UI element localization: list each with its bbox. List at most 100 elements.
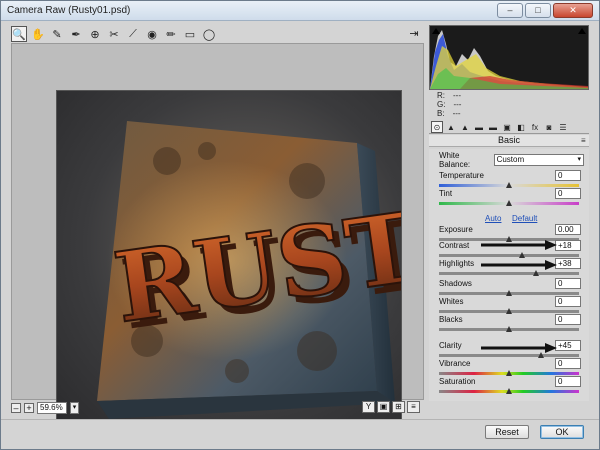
view-mode-buttons: Y ▣ ⊞ ≡ <box>362 401 420 413</box>
exposure-label: Exposure <box>439 225 473 234</box>
reset-button[interactable]: Reset <box>485 425 529 439</box>
status-bar: – + 59.6% ▾ Y ▣ ⊞ ≡ <box>11 401 424 415</box>
annotation-arrow-clarity <box>481 343 557 353</box>
tint-value-field[interactable]: 0 <box>555 188 581 199</box>
crop-tool-icon[interactable]: ✂ <box>106 26 122 42</box>
white-balance-select[interactable]: Custom ▾ <box>493 154 584 166</box>
panel-tab-8-icon[interactable]: ◙ <box>543 121 555 133</box>
vibrance-value-field[interactable]: 0 <box>555 358 581 369</box>
white-balance-value: Custom <box>496 155 525 164</box>
straighten-tool-icon[interactable]: ⟋ <box>125 26 141 42</box>
view-mode-button-2[interactable]: ⊞ <box>392 401 405 413</box>
shadows-label: Shadows <box>439 279 472 288</box>
whites-value-field[interactable]: 0 <box>555 296 581 307</box>
chevron-down-icon: ▾ <box>577 156 581 163</box>
zoom-out-button[interactable]: – <box>11 403 21 413</box>
rgb-readout-row: R: --- <box>437 91 589 100</box>
histogram-graph <box>430 30 588 89</box>
whites-thumb[interactable] <box>506 308 512 314</box>
saturation-thumb[interactable] <box>506 388 512 394</box>
tint-slider: Tint 0 <box>437 188 581 209</box>
annotation-arrow-contrast <box>481 240 557 250</box>
panel-tab-0-icon[interactable]: ⊙ <box>431 120 443 133</box>
channel-label: B: <box>437 109 445 118</box>
clarity-track[interactable] <box>439 354 579 357</box>
saturation-slider: Saturation 0 <box>437 376 581 397</box>
window-title: Camera Raw (Rusty01.psd) <box>7 5 131 16</box>
view-mode-button-1[interactable]: ▣ <box>377 401 390 413</box>
exposure-value-field[interactable]: 0.00 <box>555 224 581 235</box>
dialog-footer: Reset OK <box>1 419 599 449</box>
panel-menu-icon[interactable]: ≡ <box>581 136 586 145</box>
zoom-dropdown-button[interactable]: ▾ <box>70 402 79 414</box>
panel-tab-9-icon[interactable]: ☰ <box>557 121 569 133</box>
channel-value: --- <box>453 91 461 100</box>
panel-heading: Basic <box>429 135 589 147</box>
panel-tab-1-icon[interactable]: ▲ <box>445 121 457 133</box>
tint-label: Tint <box>439 189 453 198</box>
shadows-thumb[interactable] <box>506 290 512 296</box>
highlights-track[interactable] <box>439 272 579 275</box>
panel-tabs: ⊙ ▲ ▲ ▬ ▬ ▣ ◧ fx ◙ ☰ <box>429 120 589 134</box>
panel-tab-7-icon[interactable]: fx <box>529 121 541 133</box>
channel-value: --- <box>452 109 461 118</box>
rgb-readout-row: G: --- <box>437 100 589 109</box>
shadow-clipping-warning-icon[interactable] <box>432 28 440 34</box>
image-preview[interactable]: RUST RUST <box>56 90 402 435</box>
color-sampler-tool-icon[interactable]: ✒ <box>68 26 84 42</box>
temperature-thumb[interactable] <box>506 182 512 188</box>
panel-tab-3-icon[interactable]: ▬ <box>473 121 485 133</box>
tint-thumb[interactable] <box>506 200 512 206</box>
zoom-in-button[interactable]: + <box>24 403 34 413</box>
temperature-label: Temperature <box>439 171 484 180</box>
temperature-value-field[interactable]: 0 <box>555 170 581 181</box>
graduated-filter-tool-icon[interactable]: ▭ <box>182 26 198 42</box>
open-preferences-icon[interactable]: ⇥ <box>407 27 421 41</box>
basic-panel: White Balance: Custom ▾ Auto Default Tem… <box>429 149 589 401</box>
zoom-level-field[interactable]: 59.6% <box>37 402 67 414</box>
targeted-adjustment-tool-icon[interactable]: ⊕ <box>87 26 103 42</box>
adjustment-brush-tool-icon[interactable]: ✏ <box>163 26 179 42</box>
auto-link[interactable]: Auto <box>485 214 501 223</box>
blacks-slider: Blacks 0 <box>437 314 581 335</box>
red-eye-tool-icon[interactable]: ◉ <box>144 26 160 42</box>
vibrance-label: Vibrance <box>439 359 471 368</box>
view-mode-button-3[interactable]: ≡ <box>407 401 420 413</box>
window-controls: – □ ✕ <box>497 3 593 18</box>
blacks-thumb[interactable] <box>506 326 512 332</box>
highlights-label: Highlights <box>439 259 475 268</box>
view-mode-button-0[interactable]: Y <box>362 401 375 413</box>
clarity-label: Clarity <box>439 341 462 350</box>
zoom-tool-icon[interactable]: 🔍 <box>11 26 27 42</box>
annotation-arrow-highlights <box>481 260 557 270</box>
saturation-value-field[interactable]: 0 <box>555 376 581 387</box>
rgb-readout: R: --- G: --- B: --- <box>431 89 589 119</box>
maximize-button[interactable]: □ <box>525 3 551 18</box>
rusty-artwork-image: RUST RUST <box>97 121 401 419</box>
panel-tab-4-icon[interactable]: ▬ <box>487 121 499 133</box>
panel-tab-6-icon[interactable]: ◧ <box>515 121 527 133</box>
white-balance-row: White Balance: Custom ▾ <box>439 151 584 169</box>
white-balance-tool-icon[interactable]: ✎ <box>49 26 65 42</box>
blacks-label: Blacks <box>439 315 463 324</box>
minimize-button[interactable]: – <box>497 3 523 18</box>
title-bar[interactable]: Camera Raw (Rusty01.psd) – □ ✕ <box>1 1 599 21</box>
hand-tool-icon[interactable]: ✋ <box>30 26 46 42</box>
close-button[interactable]: ✕ <box>553 3 593 18</box>
image-preview-area[interactable]: RUST RUST <box>11 43 424 435</box>
contrast-label: Contrast <box>439 241 470 250</box>
blacks-value-field[interactable]: 0 <box>555 314 581 325</box>
panel-tab-5-icon[interactable]: ▣ <box>501 121 513 133</box>
contrast-track[interactable] <box>439 254 579 257</box>
shadows-value-field[interactable]: 0 <box>555 278 581 289</box>
default-link[interactable]: Default <box>512 214 537 223</box>
contrast-thumb[interactable] <box>518 252 525 258</box>
whites-label: Whites <box>439 297 464 306</box>
saturation-label: Saturation <box>439 377 476 386</box>
ok-button[interactable]: OK <box>540 425 584 439</box>
radial-filter-tool-icon[interactable]: ◯ <box>201 26 217 42</box>
channel-value: --- <box>453 100 462 109</box>
vibrance-thumb[interactable] <box>506 370 512 376</box>
highlight-clipping-warning-icon[interactable] <box>578 28 586 34</box>
panel-tab-2-icon[interactable]: ▲ <box>459 121 471 133</box>
